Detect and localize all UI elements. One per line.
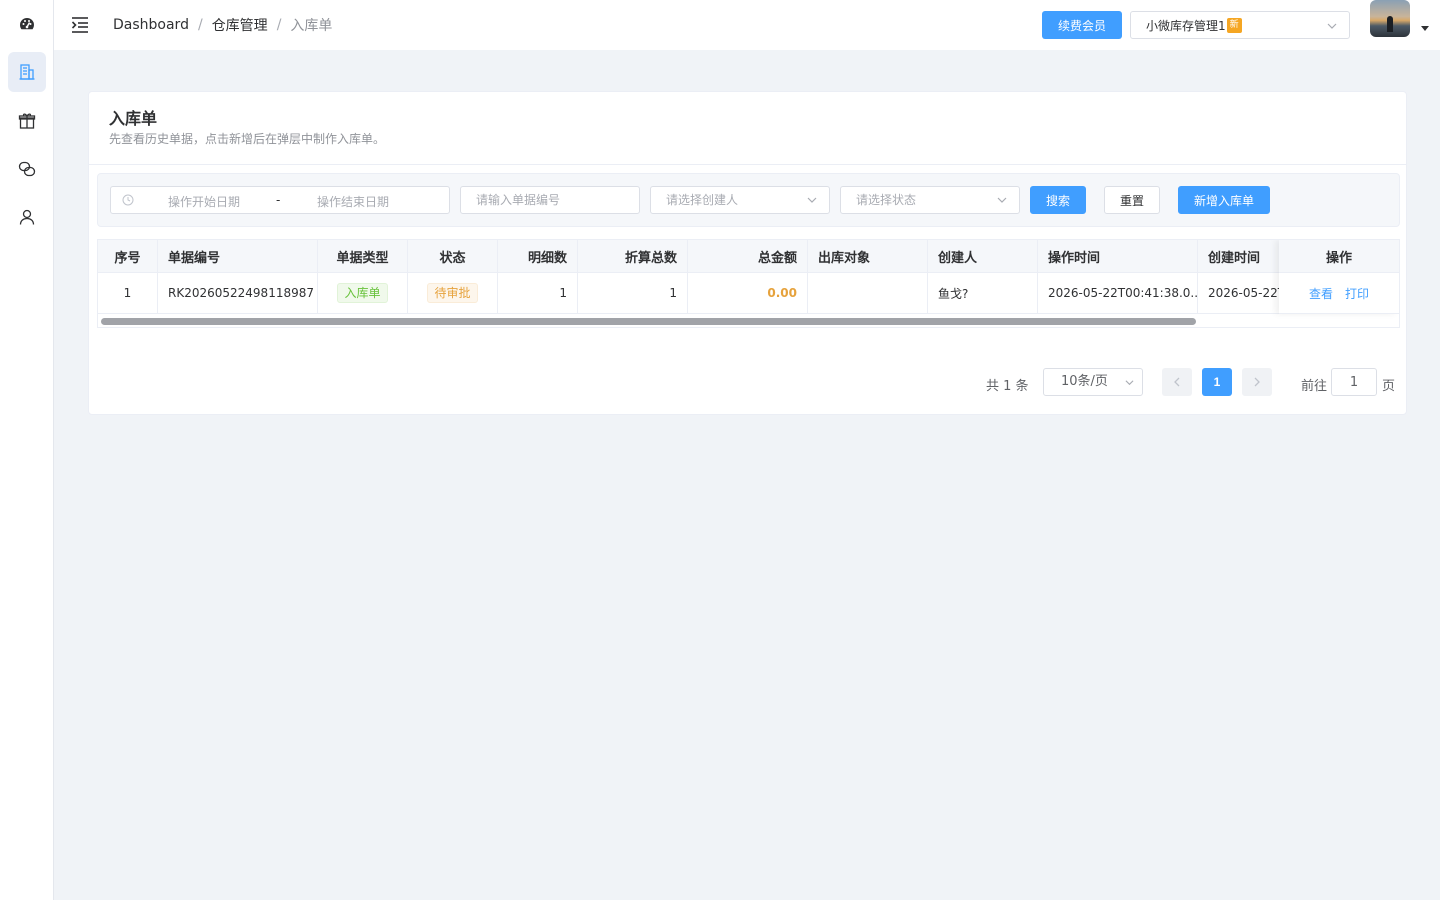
col-type: 单据类型 xyxy=(318,240,408,272)
col-detail-count: 明细数 xyxy=(498,240,578,272)
amount-value: 0.00 xyxy=(767,286,797,300)
sidebar-item-warehouse[interactable] xyxy=(8,52,46,92)
col-total-qty: 折算总数 xyxy=(578,240,688,272)
date-separator: - xyxy=(276,193,281,207)
pagination-total: 共 1 条 xyxy=(986,379,1029,394)
filter-bar: 操作开始日期 - 操作结束日期 请选择创建人 请选择状态 搜索 重置 新增入库单 xyxy=(97,173,1400,227)
chevron-right-icon xyxy=(1254,377,1260,387)
cell-detail-count: 1 xyxy=(498,273,578,313)
actions-column: 操作 查看 打印 xyxy=(1279,240,1399,314)
chevron-left-icon xyxy=(1174,377,1180,387)
date-range-picker[interactable]: 操作开始日期 - 操作结束日期 xyxy=(110,186,450,214)
col-status: 状态 xyxy=(408,240,498,272)
status-tag: 待审批 xyxy=(427,283,478,303)
row-actions: 查看 打印 xyxy=(1279,273,1399,314)
store-name: 小微库存管理1 xyxy=(1146,18,1226,33)
table-row: 1 RK20260522498118987 入库单 待审批 1 1 0.00 鱼… xyxy=(98,273,1399,314)
status-select[interactable]: 请选择状态 xyxy=(840,186,1020,214)
cell-index: 1 xyxy=(98,273,158,313)
reset-button[interactable]: 重置 xyxy=(1104,186,1160,214)
chevron-down-icon xyxy=(1125,380,1134,386)
page-size-value: 10条/页 xyxy=(1061,374,1108,389)
status-placeholder: 请选择状态 xyxy=(856,193,917,207)
cell-type: 入库单 xyxy=(318,273,408,313)
renew-membership-button[interactable]: 续费会员 xyxy=(1042,11,1122,39)
caret-down-icon[interactable] xyxy=(1421,26,1429,31)
breadcrumb-dashboard[interactable]: Dashboard xyxy=(113,17,189,33)
chevron-down-icon xyxy=(807,197,817,203)
new-badge: 新 xyxy=(1226,17,1242,33)
gift-box-icon xyxy=(18,113,36,129)
dashboard-gauge-icon[interactable] xyxy=(19,16,35,32)
table-header: 序号 单据编号 单据类型 状态 明细数 折算总数 总金额 出库对象 创建人 操作… xyxy=(98,240,1399,273)
menu-indent-icon[interactable] xyxy=(71,16,89,34)
creator-placeholder: 请选择创建人 xyxy=(666,193,739,207)
top-header: Dashboard / 仓库管理 / 入库单 续费会员 小微库存管理1 新 xyxy=(54,0,1440,50)
cell-creator: 鱼戈? xyxy=(928,273,1038,313)
cell-status: 待审批 xyxy=(408,273,498,313)
creator-select[interactable]: 请选择创建人 xyxy=(650,186,830,214)
sidebar xyxy=(0,0,54,900)
next-page-button[interactable] xyxy=(1242,368,1272,396)
cell-total-qty: 1 xyxy=(578,273,688,313)
building-icon xyxy=(19,64,35,80)
add-inbound-button[interactable]: 新增入库单 xyxy=(1178,186,1270,214)
cell-target xyxy=(808,273,928,313)
breadcrumb-separator: / xyxy=(197,17,203,33)
col-target: 出库对象 xyxy=(808,240,928,272)
cell-op-time: 2026-05-22T00:41:38.0... xyxy=(1038,273,1198,313)
date-end-placeholder: 操作结束日期 xyxy=(317,195,390,209)
view-link[interactable]: 查看 xyxy=(1309,285,1333,302)
bill-no-input[interactable] xyxy=(460,186,640,214)
cell-bill-no: RK20260522498118987 xyxy=(158,273,318,313)
print-link[interactable]: 打印 xyxy=(1345,285,1369,302)
breadcrumb-separator: / xyxy=(276,17,282,33)
chat-bubbles-icon xyxy=(18,161,36,177)
col-creator: 创建人 xyxy=(928,240,1038,272)
page-title: 入库单 xyxy=(109,109,158,128)
breadcrumb: Dashboard / 仓库管理 / 入库单 xyxy=(113,16,332,34)
sidebar-item-user[interactable] xyxy=(8,197,46,237)
page-subtitle: 先查看历史单据，点击新增后在弹层中制作入库单。 xyxy=(109,132,386,146)
date-start-placeholder: 操作开始日期 xyxy=(168,195,241,209)
chevron-down-icon xyxy=(997,197,1007,203)
card-header: 入库单 先查看历史单据，点击新增后在弹层中制作入库单。 xyxy=(89,92,1406,165)
page-size-select[interactable]: 10条/页 xyxy=(1043,368,1143,396)
goto-page-input[interactable] xyxy=(1331,368,1377,396)
type-tag: 入库单 xyxy=(337,283,388,303)
inbound-table: 序号 单据编号 单据类型 状态 明细数 折算总数 总金额 出库对象 创建人 操作… xyxy=(97,239,1400,328)
search-button[interactable]: 搜索 xyxy=(1030,186,1086,214)
page-number-button[interactable]: 1 xyxy=(1202,368,1232,396)
inbound-order-card: 入库单 先查看历史单据，点击新增后在弹层中制作入库单。 操作开始日期 - 操作结… xyxy=(88,91,1407,415)
col-op-time: 操作时间 xyxy=(1038,240,1198,272)
sidebar-item-messages[interactable] xyxy=(8,149,46,189)
breadcrumb-current: 入库单 xyxy=(290,18,333,34)
avatar[interactable] xyxy=(1370,0,1410,37)
col-actions: 操作 xyxy=(1279,240,1399,273)
sidebar-item-goods[interactable] xyxy=(8,101,46,141)
breadcrumb-warehouse[interactable]: 仓库管理 xyxy=(212,15,268,35)
col-index: 序号 xyxy=(98,240,158,272)
goto-suffix: 页 xyxy=(1382,379,1396,394)
cell-amount: 0.00 xyxy=(688,273,808,313)
prev-page-button[interactable] xyxy=(1162,368,1192,396)
user-icon xyxy=(19,209,35,225)
horizontal-scrollbar[interactable] xyxy=(101,318,1196,325)
col-bill-no: 单据编号 xyxy=(158,240,318,272)
goto-label: 前往 xyxy=(1301,379,1328,394)
store-select[interactable]: 小微库存管理1 新 xyxy=(1130,11,1350,39)
chevron-down-icon xyxy=(1327,23,1337,29)
clock-icon xyxy=(122,194,134,206)
col-amount: 总金额 xyxy=(688,240,808,272)
